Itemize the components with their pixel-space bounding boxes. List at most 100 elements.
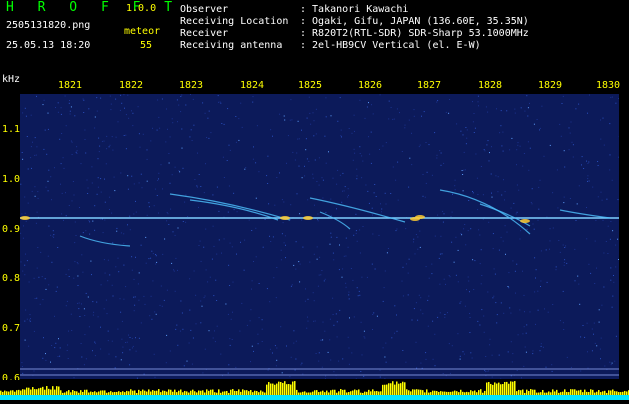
histogram-bar xyxy=(428,393,430,395)
noise-speck xyxy=(123,243,124,244)
noise-speck xyxy=(27,319,28,320)
noise-speck xyxy=(160,305,161,306)
histogram-bar xyxy=(210,390,212,395)
noise-speck xyxy=(563,202,564,203)
noise-speck xyxy=(309,113,310,114)
histogram-bar xyxy=(328,392,330,395)
noise-speck xyxy=(284,242,285,243)
noise-speck xyxy=(524,111,525,112)
noise-speck xyxy=(199,245,200,246)
noise-speck xyxy=(316,133,317,134)
noise-speck xyxy=(122,352,123,353)
app-version: 1.0.0 xyxy=(126,3,156,15)
noise-speck xyxy=(333,314,334,315)
noise-speck xyxy=(356,178,357,179)
noise-speck xyxy=(485,371,486,372)
noise-speck xyxy=(105,202,106,203)
noise-speck xyxy=(82,272,83,273)
noise-speck xyxy=(209,330,210,331)
histogram-bar xyxy=(610,390,612,395)
noise-speck xyxy=(238,140,239,141)
noise-speck xyxy=(216,300,217,301)
noise-speck xyxy=(354,131,355,132)
noise-speck xyxy=(586,238,587,239)
histogram-bar xyxy=(288,384,290,395)
histogram-bar xyxy=(26,388,28,395)
noise-speck xyxy=(416,234,417,235)
noise-speck xyxy=(520,239,521,240)
noise-speck xyxy=(601,338,602,339)
noise-speck xyxy=(487,112,488,113)
noise-speck xyxy=(493,233,494,234)
noise-speck xyxy=(85,139,86,140)
noise-speck xyxy=(373,312,374,313)
noise-speck xyxy=(57,247,58,248)
noise-speck xyxy=(333,325,334,326)
noise-speck xyxy=(55,343,56,344)
noise-speck xyxy=(344,256,345,257)
noise-speck xyxy=(202,102,203,103)
histogram-bar xyxy=(528,391,530,395)
noise-speck xyxy=(46,289,47,290)
noise-speck xyxy=(157,195,158,196)
noise-speck xyxy=(440,236,441,237)
noise-speck xyxy=(420,310,421,311)
noise-speck xyxy=(162,99,163,100)
histogram-bar xyxy=(334,390,336,395)
noise-speck xyxy=(532,188,533,189)
noise-speck xyxy=(431,273,432,274)
noise-speck xyxy=(128,335,129,336)
histogram-bar xyxy=(220,393,222,395)
noise-speck xyxy=(372,208,373,209)
noise-speck xyxy=(89,221,90,222)
noise-speck xyxy=(88,220,89,221)
noise-speck xyxy=(60,347,61,348)
noise-speck xyxy=(403,267,404,268)
noise-speck xyxy=(24,274,25,275)
noise-speck xyxy=(581,164,582,165)
noise-speck xyxy=(73,278,74,279)
histogram-bar xyxy=(42,387,44,395)
noise-speck xyxy=(180,301,181,302)
histogram-bar xyxy=(392,381,394,395)
noise-speck xyxy=(318,220,319,221)
histogram-bar xyxy=(266,385,268,395)
histogram-bar xyxy=(6,391,8,395)
noise-speck xyxy=(589,181,590,182)
noise-speck xyxy=(537,291,538,292)
noise-speck xyxy=(159,128,160,129)
noise-speck xyxy=(587,351,588,352)
histogram-bar xyxy=(376,391,378,395)
noise-speck xyxy=(79,316,80,317)
histogram-bar xyxy=(550,392,552,395)
histogram-bar xyxy=(388,383,390,395)
histogram-bar xyxy=(456,391,458,395)
noise-speck xyxy=(601,305,602,306)
histogram-bar xyxy=(336,393,338,395)
noise-speck xyxy=(166,335,167,336)
noise-speck xyxy=(360,371,361,372)
noise-speck xyxy=(488,222,489,223)
noise-speck xyxy=(396,315,397,316)
histogram-bar xyxy=(320,392,322,395)
noise-speck xyxy=(98,316,99,317)
noise-speck xyxy=(333,178,334,179)
noise-speck xyxy=(319,185,320,186)
noise-speck xyxy=(595,241,596,242)
noise-speck xyxy=(397,162,398,163)
noise-speck xyxy=(147,181,148,182)
histogram-bar xyxy=(466,392,468,395)
noise-speck xyxy=(394,119,395,120)
noise-speck xyxy=(245,167,246,168)
noise-speck xyxy=(22,159,23,160)
noise-speck xyxy=(34,278,35,279)
noise-speck xyxy=(543,347,544,348)
noise-speck xyxy=(502,132,503,133)
noise-speck xyxy=(359,100,360,101)
mode-label: meteor xyxy=(124,26,160,38)
noise-speck xyxy=(477,321,478,322)
noise-speck xyxy=(560,320,561,321)
histogram-bar xyxy=(130,389,132,395)
noise-speck xyxy=(190,330,191,331)
histogram-bar xyxy=(230,390,232,395)
